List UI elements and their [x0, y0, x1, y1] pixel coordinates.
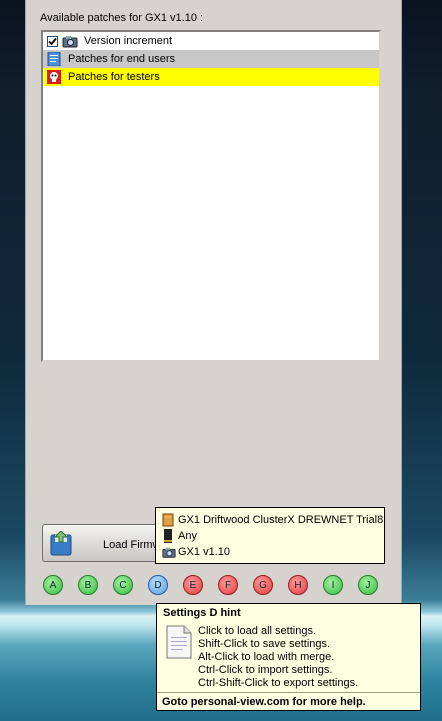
- hint-line: Ctrl-Shift-Click to export settings.: [198, 677, 359, 689]
- battery-icon: [162, 513, 174, 527]
- tooltip-lens-text: Any: [178, 530, 197, 542]
- settings-g-button[interactable]: G: [253, 575, 273, 595]
- settings-i-button[interactable]: I: [323, 575, 343, 595]
- settings-b-button[interactable]: B: [78, 575, 98, 595]
- settings-hint-tooltip: Settings D hint Click to load all settin…: [156, 603, 421, 711]
- list-item-version-increment[interactable]: Version increment: [43, 32, 379, 50]
- hint-divider: [157, 692, 420, 693]
- document-icon: [46, 51, 62, 67]
- version-increment-checkbox[interactable]: [47, 35, 58, 47]
- firmware-load-icon: [49, 530, 73, 557]
- tooltip-line-camera: GX1 v1.10: [162, 545, 230, 559]
- camera-icon: [62, 34, 78, 48]
- list-item-label: Patches for end users: [68, 53, 176, 65]
- panel-title: Available patches for GX1 v1.10 :: [40, 12, 204, 24]
- profile-tooltip: GX1 Driftwood ClusterX DREWNET Trial8 An…: [155, 507, 385, 564]
- hint-line: Alt-Click to load with merge.: [198, 651, 335, 663]
- settings-f-button[interactable]: F: [218, 575, 238, 595]
- tooltip-line-lens: Any: [162, 529, 197, 543]
- tooltip-camera-text: GX1 v1.10: [178, 546, 230, 558]
- patches-list[interactable]: Version increment Patches for end users …: [41, 30, 381, 362]
- settings-c-button[interactable]: C: [113, 575, 133, 595]
- hint-line: Click to load all settings.: [198, 625, 316, 637]
- document-icon: [166, 625, 192, 659]
- hint-title: Settings D hint: [163, 607, 241, 619]
- list-item-label: Patches for testers: [68, 71, 160, 83]
- load-firmware-label: Load Firmw: [103, 539, 161, 551]
- list-item-label: Version increment: [84, 35, 173, 47]
- hint-line: Ctrl-Click to import settings.: [198, 664, 333, 676]
- settings-e-button[interactable]: E: [183, 575, 203, 595]
- settings-d-button[interactable]: D: [148, 575, 168, 595]
- skull-icon: [46, 70, 62, 84]
- camera-icon: [162, 545, 176, 559]
- list-item-testers[interactable]: Patches for testers: [43, 68, 379, 86]
- lens-icon: [162, 529, 174, 543]
- hint-lines: Click to load all settings. Shift-Click …: [198, 625, 358, 690]
- list-item-end-users[interactable]: Patches for end users: [43, 50, 379, 68]
- tooltip-profile-text: GX1 Driftwood ClusterX DREWNET Trial8: [178, 514, 384, 526]
- settings-h-button[interactable]: H: [288, 575, 308, 595]
- hint-footer: Goto personal-view.com for more help.: [162, 696, 366, 708]
- tooltip-line-profile: GX1 Driftwood ClusterX DREWNET Trial8: [162, 513, 383, 527]
- hint-line: Shift-Click to save settings.: [198, 638, 331, 650]
- settings-a-button[interactable]: A: [43, 575, 63, 595]
- settings-j-button[interactable]: J: [358, 575, 378, 595]
